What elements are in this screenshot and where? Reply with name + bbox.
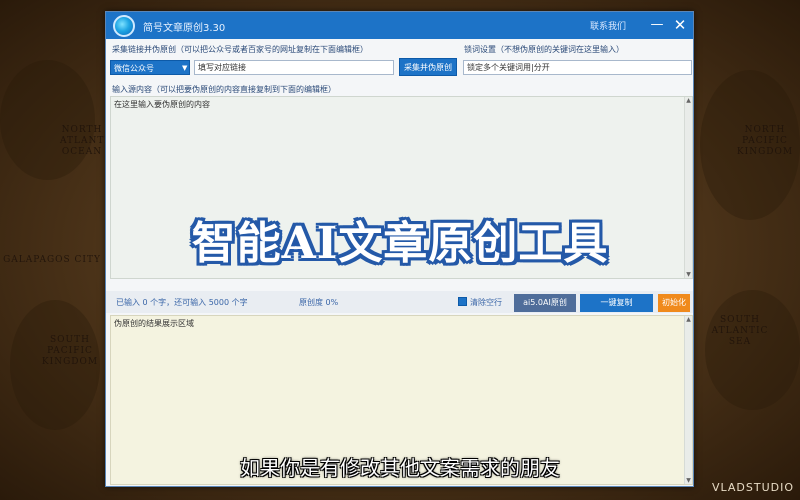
scroll-up-icon[interactable]: ▲ bbox=[685, 97, 692, 104]
map-region-label: GALAPAGOS CITY bbox=[3, 255, 101, 265]
source-section-label: 输入源内容（可以把要伪原创的内容直接复制到下面的编辑框） bbox=[112, 85, 336, 94]
contact-us-link[interactable]: 联系我们 bbox=[590, 19, 626, 32]
window-title: 简号文章原创3.30 bbox=[143, 23, 226, 34]
status-bar: 已输入 0 个字，还可输入 5000 个字 原创度 0% 清除空行 ai5.0A… bbox=[106, 291, 693, 313]
chevron-down-icon: ▼ bbox=[182, 64, 188, 72]
video-subtitle: 如果你是有修改其他文案需求的朋友 bbox=[240, 456, 560, 480]
collect-section-label: 采集链接并伪原创（可以把公众号或者百家号的网址复制在下面编辑框） bbox=[112, 45, 368, 54]
char-count-status: 已输入 0 个字，还可输入 5000 个字 bbox=[116, 298, 248, 307]
originality-rate: 原创度 0% bbox=[299, 298, 339, 307]
clear-blank-checkbox[interactable] bbox=[458, 297, 467, 306]
minimize-icon[interactable]: — bbox=[647, 14, 667, 36]
scroll-down-icon[interactable]: ▼ bbox=[685, 271, 692, 278]
collect-button[interactable]: 采集并伪原创 bbox=[399, 58, 457, 76]
source-scrollbar[interactable]: ▲ ▼ bbox=[684, 97, 692, 278]
map-region-label: SOUTH PACIFIC KINGDOM bbox=[41, 335, 99, 367]
map-landmass bbox=[705, 290, 800, 410]
app-logo-icon bbox=[113, 15, 135, 37]
lock-words-input[interactable]: 锁定多个关键词用|分开 bbox=[463, 60, 692, 75]
promo-banner: 智能AI文章原创工具 bbox=[191, 218, 609, 269]
reset-button[interactable]: 初始化 bbox=[658, 294, 690, 312]
result-placeholder: 伪原创的结果展示区域 bbox=[114, 319, 194, 328]
map-region-label: NORTH PACIFIC KINGDOM bbox=[736, 125, 794, 157]
title-bar[interactable]: 简号文章原创3.30 联系我们 — ✕ bbox=[106, 12, 693, 39]
clear-blank-label: 清除空行 bbox=[470, 298, 502, 307]
url-input[interactable]: 填写对应链接 bbox=[194, 60, 394, 75]
map-landmass bbox=[0, 60, 95, 180]
map-region-label: NORTH ATLANTIC OCEAN bbox=[60, 125, 117, 157]
scroll-up-icon[interactable]: ▲ bbox=[685, 316, 692, 323]
map-region-label: SOUTH ATLANTIC SEA bbox=[711, 315, 769, 347]
copy-button[interactable]: 一键复制 bbox=[580, 294, 653, 312]
platform-select[interactable]: 微信公众号 ▼ bbox=[110, 60, 190, 75]
ai-rewrite-button[interactable]: ai5.0AI原创 bbox=[514, 294, 576, 312]
close-icon[interactable]: ✕ bbox=[670, 14, 690, 36]
source-placeholder: 在这里输入要伪原创的内容 bbox=[114, 100, 210, 109]
watermark: VLADSTUDIO bbox=[711, 481, 794, 494]
platform-select-value: 微信公众号 bbox=[114, 64, 154, 73]
lock-words-label: 锁词设置（不想伪原创的关键词在这里输入） bbox=[464, 45, 624, 54]
